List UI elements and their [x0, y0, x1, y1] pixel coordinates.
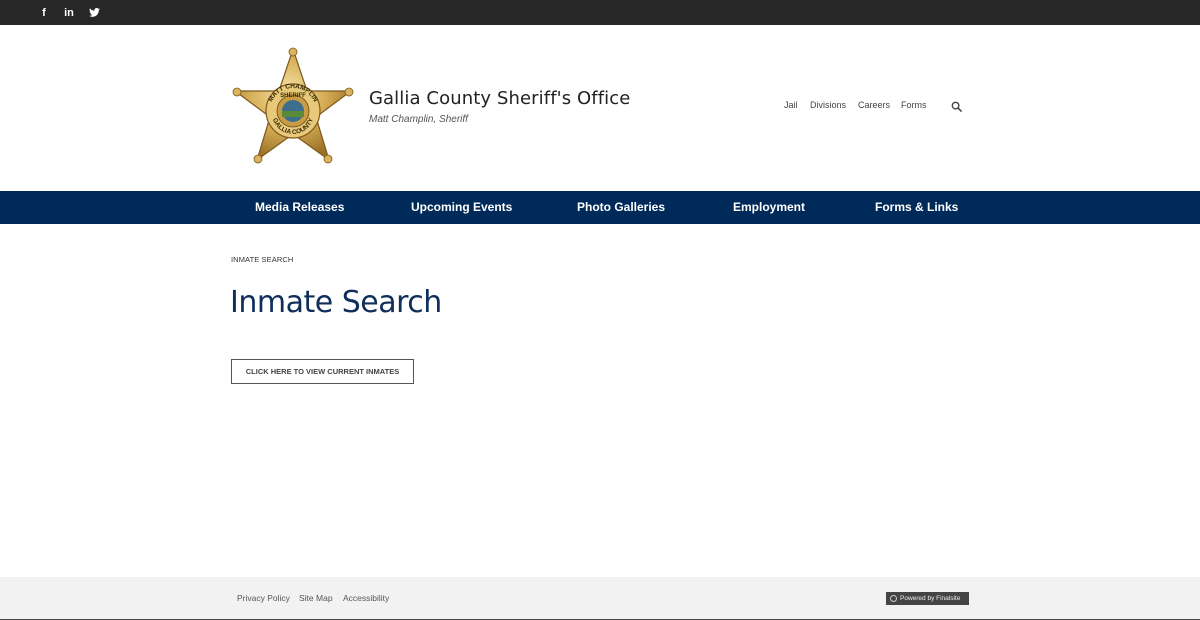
util-link-careers[interactable]: Careers — [858, 100, 890, 110]
site-header: MATT CHAMPLIN SHERIFF GALLIA COUNTY Gall… — [0, 25, 1200, 191]
footer-link-accessibility[interactable]: Accessibility — [343, 593, 389, 603]
footer-link-site-map[interactable]: Site Map — [299, 593, 333, 603]
nav-item-photo-galleries[interactable]: Photo Galleries — [577, 191, 665, 224]
site-subtitle: Matt Champlin, Sheriff — [369, 114, 468, 125]
page-title: Inmate Search — [230, 285, 442, 320]
finalsite-icon — [890, 595, 897, 602]
site-footer: Privacy Policy Site Map Accessibility Po… — [0, 577, 1200, 620]
util-link-divisions[interactable]: Divisions — [810, 100, 846, 110]
linkedin-icon[interactable]: in — [61, 5, 77, 20]
main-nav: Media Releases Upcoming Events Photo Gal… — [0, 191, 1200, 224]
badge-mid-text: SHERIFF — [280, 93, 306, 99]
breadcrumb: INMATE SEARCH — [231, 255, 294, 264]
view-current-inmates-button[interactable]: CLICK HERE TO VIEW CURRENT INMATES — [231, 359, 414, 384]
nav-item-forms-links[interactable]: Forms & Links — [875, 191, 958, 224]
util-link-jail[interactable]: Jail — [784, 100, 798, 110]
facebook-icon[interactable]: f — [36, 5, 52, 20]
twitter-icon[interactable] — [86, 5, 102, 20]
nav-item-media-releases[interactable]: Media Releases — [255, 191, 344, 224]
sheriff-badge-logo[interactable]: MATT CHAMPLIN SHERIFF GALLIA COUNTY — [232, 47, 354, 169]
social-bar: f in — [0, 0, 1200, 25]
search-icon[interactable] — [951, 101, 962, 112]
twitter-bird-glyph — [88, 8, 100, 17]
powered-by-finalsite-badge[interactable]: Powered by Finalsite — [886, 592, 969, 605]
nav-item-upcoming-events[interactable]: Upcoming Events — [411, 191, 512, 224]
site-title[interactable]: Gallia County Sheriff's Office — [369, 88, 630, 109]
footer-link-privacy-policy[interactable]: Privacy Policy — [237, 593, 290, 603]
nav-item-employment[interactable]: Employment — [733, 191, 805, 224]
util-link-forms[interactable]: Forms — [901, 100, 927, 110]
powered-by-text: Powered by Finalsite — [900, 595, 961, 602]
